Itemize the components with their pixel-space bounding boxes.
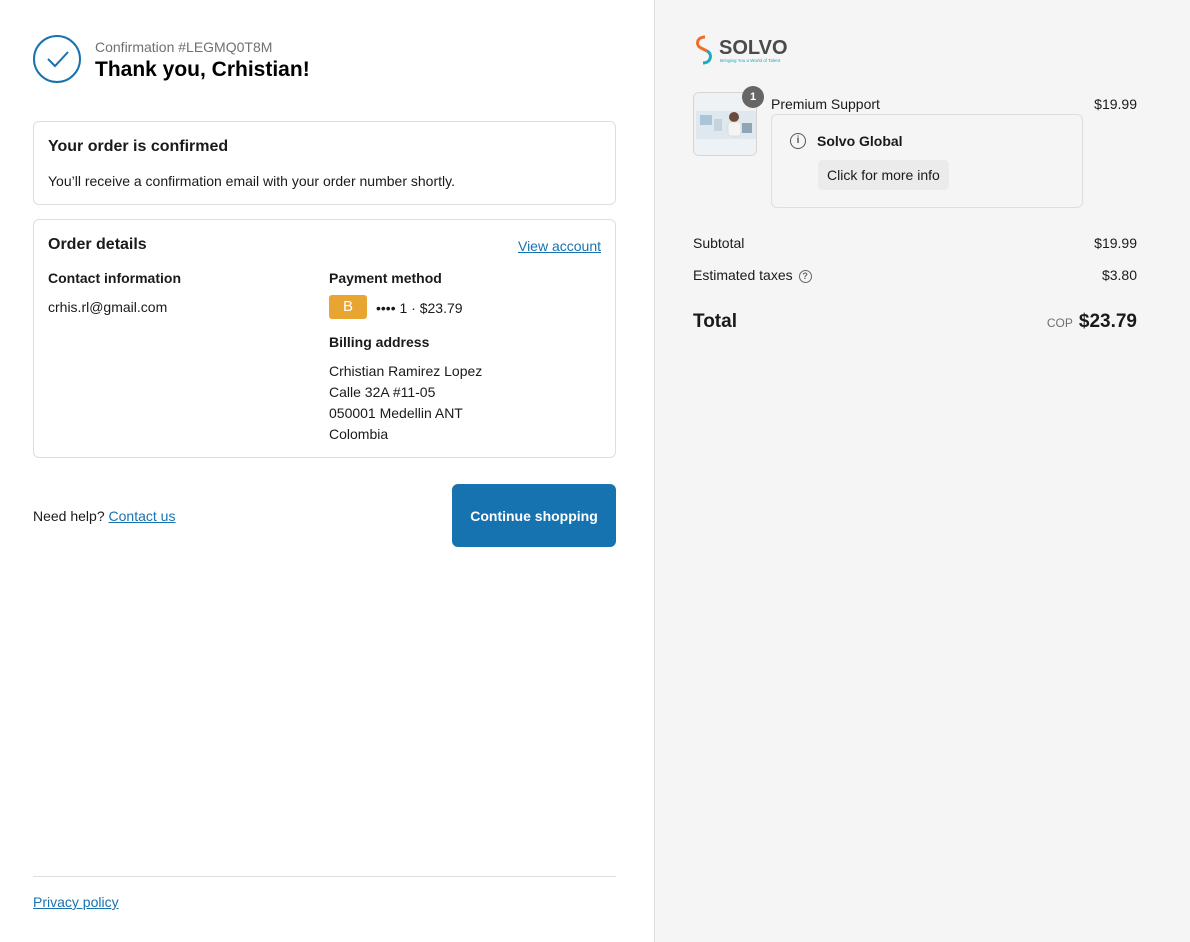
confirmation-number: Confirmation #LEGMQ0T8M [95, 39, 273, 55]
payment-method-text: •••• 1 · $23.79 [376, 300, 463, 316]
contact-us-link[interactable]: Contact us [109, 508, 176, 524]
solvo-logo: SOLVO Bringing You a World of Talent [696, 35, 788, 65]
subtotal-label: Subtotal [693, 235, 745, 251]
contact-email: crhis.rl@gmail.com [48, 299, 168, 315]
checkmark-icon [33, 35, 81, 83]
main-panel: Confirmation #LEGMQ0T8M Thank you, Crhis… [0, 0, 654, 942]
product-info-box: i Solvo Global Click for more info [771, 114, 1083, 208]
billing-name: Crhistian Ramirez Lopez [329, 363, 483, 379]
continue-shopping-button[interactable]: Continue shopping [452, 484, 616, 547]
billing-city: 050001 Medellin ANT [329, 405, 463, 421]
order-confirmed-text: You’ll receive a confirmation email with… [48, 173, 455, 189]
total-amount: COP $23.79 [1047, 311, 1137, 333]
order-details-box: Order details View account Contact infor… [33, 219, 616, 458]
total-label: Total [693, 311, 737, 332]
taxes-value: $3.80 [1101, 267, 1137, 283]
help-question-icon[interactable]: ? [798, 269, 812, 283]
payment-method-label: Payment method [329, 270, 442, 286]
contact-info-label: Contact information [48, 270, 181, 286]
need-help-text: Need help? [33, 508, 105, 524]
page-title: Thank you, Crhistian! [95, 58, 310, 81]
info-title: Solvo Global [817, 133, 903, 149]
order-details-title: Order details [48, 236, 147, 253]
billing-country: Colombia [329, 426, 389, 442]
more-info-button[interactable]: Click for more info [818, 160, 949, 190]
footer-divider [33, 876, 616, 877]
payment-card-icon: B [329, 295, 367, 319]
privacy-policy-link[interactable]: Privacy policy [33, 894, 119, 910]
product-name: Premium Support [771, 96, 880, 112]
quantity-badge: 1 [742, 86, 764, 108]
subtotal-value: $19.99 [1094, 235, 1137, 251]
billing-address-label: Billing address [329, 334, 430, 350]
logo-tagline: Bringing You a World of Talent [720, 58, 781, 63]
total-value: $23.79 [1078, 311, 1137, 332]
order-confirmed-title: Your order is confirmed [48, 138, 229, 155]
estimated-taxes: Estimated taxes? [693, 267, 812, 283]
logo-text: SOLVO [719, 37, 788, 59]
view-account-link[interactable]: View account [518, 238, 601, 254]
total-currency: COP [1046, 316, 1073, 330]
taxes-label: Estimated taxes [693, 267, 793, 283]
order-confirmed-box: Your order is confirmed You’ll receive a… [33, 121, 616, 205]
billing-street: Calle 32A #11-05 [329, 384, 436, 400]
info-icon: i [790, 133, 806, 149]
order-summary-panel: SOLVO Bringing You a World of Talent 1 P… [654, 0, 1190, 942]
need-help: Need help? Contact us [33, 508, 175, 524]
product-price: $19.99 [1094, 96, 1137, 112]
